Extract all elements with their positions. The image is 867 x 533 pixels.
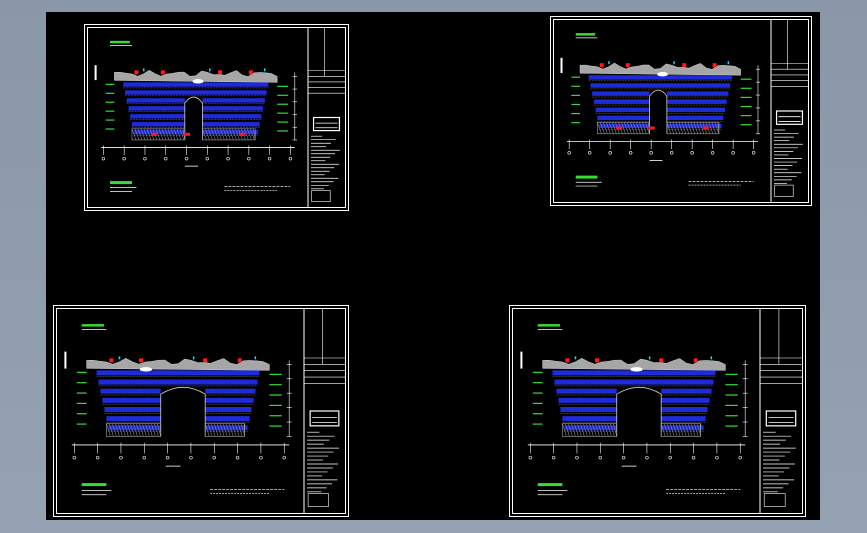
drawing-sheet-graphic	[550, 16, 812, 206]
sheet-top-right[interactable]	[550, 16, 812, 206]
title-block	[304, 309, 345, 507]
sheet-title-tag	[110, 40, 132, 46]
white-label-patch	[630, 367, 643, 372]
legend-block	[575, 175, 602, 187]
left-scale-mark	[94, 65, 97, 81]
sheet-title-tag	[537, 324, 563, 330]
sheet-title-tag	[575, 33, 598, 39]
cad-window-frame	[0, 0, 867, 533]
legend-block	[81, 483, 112, 496]
title-block-logo	[312, 116, 341, 132]
title-block	[771, 20, 808, 197]
white-label-patch	[657, 72, 668, 77]
legend-block	[537, 483, 568, 496]
sheet-title-tag	[81, 324, 107, 330]
sheet-top-left[interactable]	[84, 24, 349, 211]
central-arch	[616, 386, 662, 437]
drawing-sheet-graphic	[84, 24, 349, 211]
central-arch	[160, 386, 206, 437]
left-scale-mark	[520, 351, 523, 369]
drawing-sheet-graphic	[53, 305, 349, 517]
drawing-sheet-graphic	[509, 305, 806, 517]
model-space-canvas[interactable]	[46, 12, 820, 520]
rock-cap	[86, 357, 270, 371]
left-scale-mark	[560, 57, 563, 73]
title-block-logo	[765, 410, 797, 427]
title-block	[760, 309, 802, 507]
title-block	[308, 28, 345, 202]
title-block-logo	[309, 410, 340, 427]
white-label-patch	[192, 79, 204, 84]
title-block-logo	[775, 110, 804, 125]
sheet-bottom-right[interactable]	[509, 305, 806, 517]
left-scale-mark	[64, 351, 67, 369]
sheet-bottom-left[interactable]	[53, 305, 349, 517]
legend-block	[110, 181, 137, 192]
white-label-patch	[139, 367, 153, 372]
